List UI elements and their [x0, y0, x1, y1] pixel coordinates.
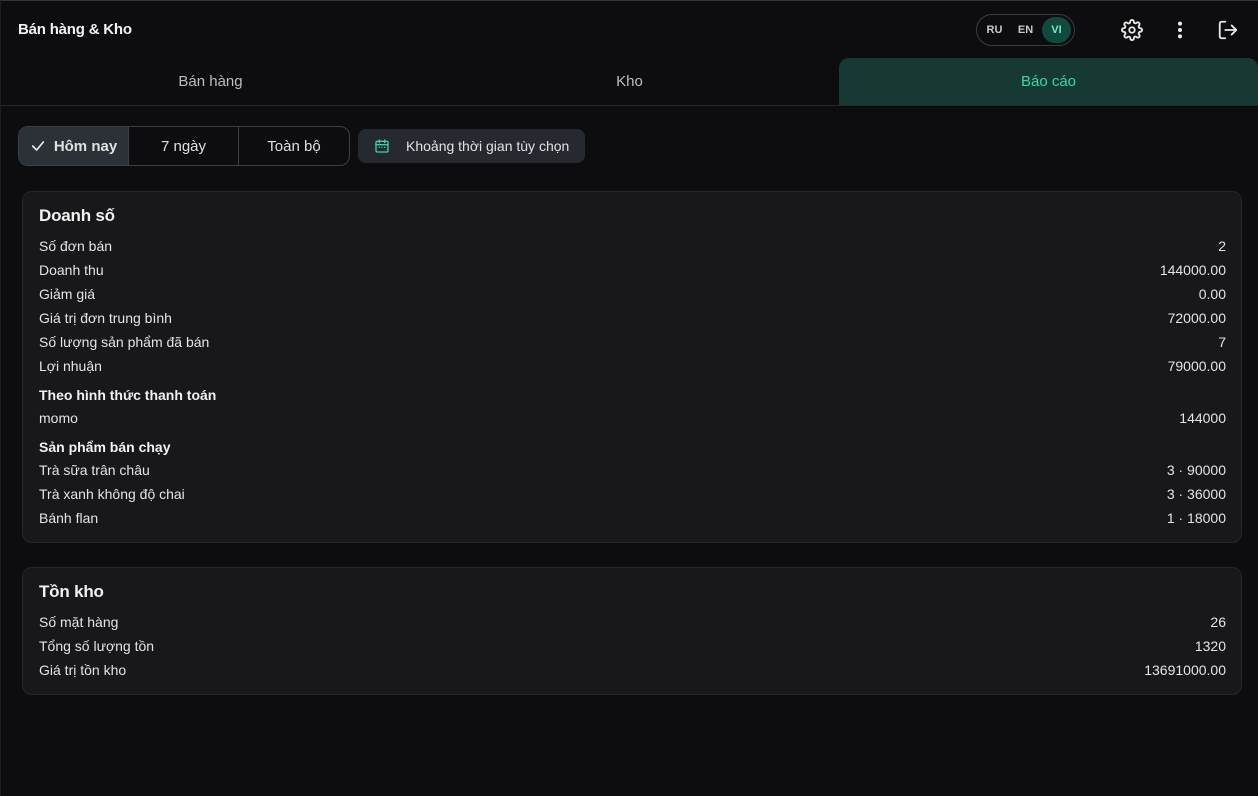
lang-vi-button[interactable]: VI: [1042, 16, 1071, 43]
lang-ru-button[interactable]: RU: [980, 17, 1009, 43]
app-title: Bán hàng & Kho: [18, 21, 132, 38]
stat-label: Giảm giá: [39, 286, 96, 302]
list-item: Số lượng sản phẩm đã bán 7: [39, 330, 1226, 354]
payment-method-heading: Theo hình thức thanh toán: [39, 387, 217, 403]
stat-label: Số đơn bán: [39, 238, 113, 254]
list-item: Bánh flan 1 · 18000: [39, 506, 1226, 530]
period-7days-button[interactable]: 7 ngày: [129, 127, 239, 165]
list-item: Trà sữa trân châu 3 · 90000: [39, 458, 1226, 482]
stat-label: Số mặt hàng: [39, 614, 119, 630]
tab-sales[interactable]: Bán hàng: [1, 58, 420, 105]
stat-value: 79000.00: [1167, 358, 1226, 374]
stat-label: Lợi nhuận: [39, 358, 102, 374]
stat-label: Tổng số lượng tồn: [39, 638, 155, 654]
list-item: Giá trị tồn kho 13691000.00: [39, 658, 1226, 682]
check-icon: [30, 138, 46, 154]
product-value: 1 · 18000: [1166, 510, 1226, 526]
list-item: Trà xanh không độ chai 3 · 36000: [39, 482, 1226, 506]
stat-value: 72000.00: [1167, 310, 1226, 326]
more-vertical-icon[interactable]: [1167, 17, 1193, 43]
stat-value: 0.00: [1198, 286, 1226, 302]
stat-value: 26: [1210, 614, 1226, 630]
period-today-button[interactable]: Hôm nay: [19, 127, 129, 165]
app-window: Bán hàng & Kho RU EN VI Bán hàng Kho Báo…: [0, 0, 1258, 796]
list-item: Giảm giá 0.00: [39, 282, 1226, 306]
list-item: Lợi nhuận 79000.00: [39, 354, 1226, 378]
product-label: Bánh flan: [39, 510, 99, 526]
list-item: Giá trị đơn trung bình 72000.00: [39, 306, 1226, 330]
top-products-heading: Sản phẩm bán chạy: [39, 439, 171, 455]
period-filter-bar: Hôm nay 7 ngày Toàn bộ Khoảng thời gian …: [18, 126, 1258, 166]
custom-range-label: Khoảng thời gian tùy chọn: [406, 138, 570, 154]
list-item: Tổng số lượng tồn 1320: [39, 634, 1226, 658]
list-item: Doanh thu 144000.00: [39, 258, 1226, 282]
product-label: Trà xanh không độ chai: [39, 486, 185, 502]
product-value: 3 · 90000: [1166, 462, 1226, 478]
language-switcher: RU EN VI: [976, 13, 1075, 46]
stat-value: 2: [1218, 238, 1226, 254]
list-item: Số đơn bán 2: [39, 234, 1226, 258]
tab-reports[interactable]: Báo cáo: [839, 58, 1258, 105]
list-item: momo 144000: [39, 406, 1226, 430]
period-segmented-control: Hôm nay 7 ngày Toàn bộ: [18, 126, 350, 166]
stat-label: Giá trị đơn trung bình: [39, 310, 172, 326]
period-today-label: Hôm nay: [53, 137, 118, 155]
logout-icon[interactable]: [1215, 17, 1241, 43]
sales-card-title: Doanh số: [39, 206, 115, 225]
main-tabs: Bán hàng Kho Báo cáo: [1, 58, 1258, 106]
stat-label: Số lượng sản phẩm đã bán: [39, 334, 210, 350]
calendar-icon: [374, 138, 390, 154]
inventory-card: Tồn kho Số mặt hàng 26 Tổng số lượng tồn…: [22, 567, 1242, 695]
payment-label: momo: [39, 410, 78, 426]
period-7days-label: 7 ngày: [160, 137, 207, 155]
tab-inventory[interactable]: Kho: [420, 58, 839, 105]
stat-label: Giá trị tồn kho: [39, 662, 127, 678]
stat-value: 13691000.00: [1144, 662, 1226, 678]
stat-value: 1320: [1194, 638, 1226, 654]
gear-icon[interactable]: [1119, 17, 1145, 43]
app-header: Bán hàng & Kho RU EN VI: [1, 1, 1258, 58]
custom-range-button[interactable]: Khoảng thời gian tùy chọn: [358, 129, 586, 163]
list-item: Số mặt hàng 26: [39, 610, 1226, 634]
stat-label: Doanh thu: [39, 262, 104, 278]
product-label: Trà sữa trân châu: [39, 462, 150, 478]
period-all-button[interactable]: Toàn bộ: [239, 127, 349, 165]
inventory-card-title: Tồn kho: [39, 582, 104, 601]
period-all-label: Toàn bộ: [267, 137, 321, 155]
stat-value: 144000.00: [1159, 262, 1226, 278]
stat-value: 7: [1218, 334, 1226, 350]
payment-value: 144000: [1179, 410, 1226, 426]
product-value: 3 · 36000: [1166, 486, 1226, 502]
sales-card: Doanh số Số đơn bán 2 Doanh thu 144000.0…: [22, 191, 1242, 543]
lang-en-button[interactable]: EN: [1011, 17, 1040, 43]
